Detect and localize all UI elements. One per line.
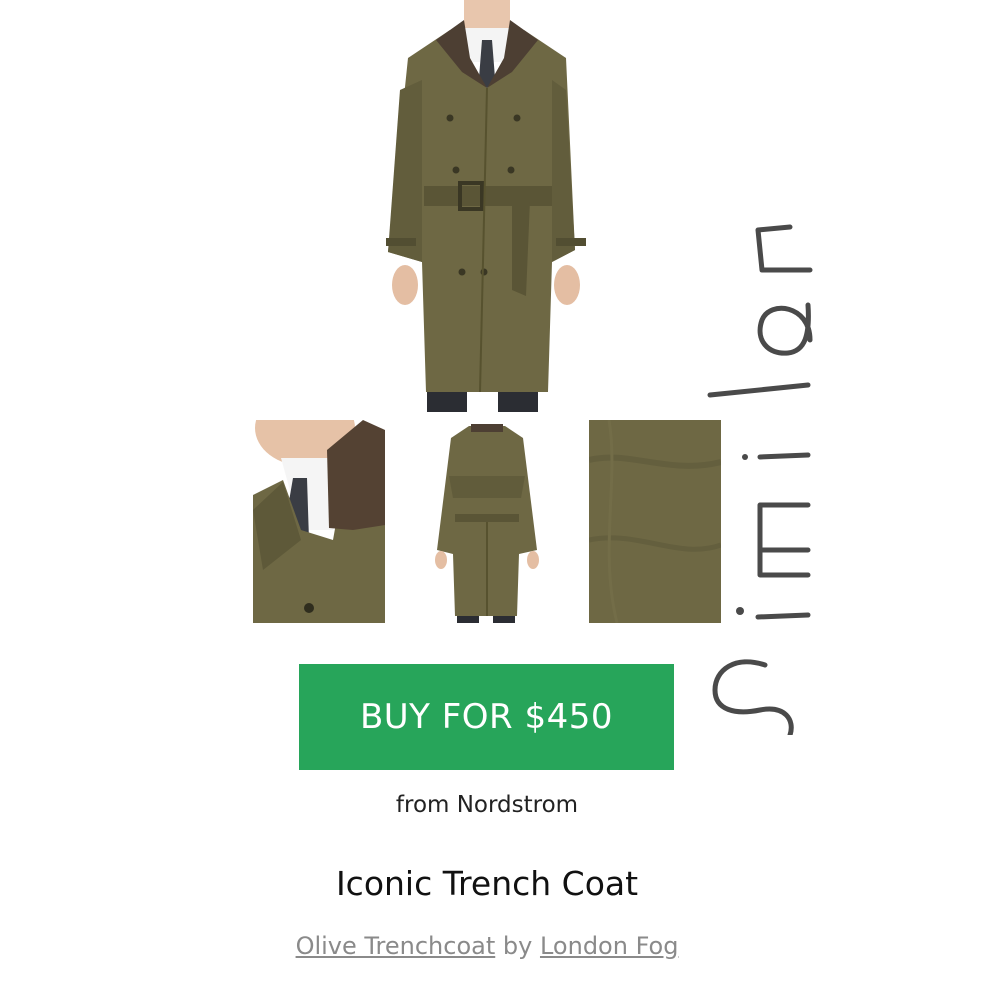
retailer-label: from Nordstrom — [395, 792, 579, 818]
brand-link[interactable]: London Fog — [540, 932, 678, 960]
thumbnail-collar-detail[interactable] — [253, 420, 385, 623]
similar-handwritten-label[interactable] — [690, 215, 825, 735]
product-byline: Olive Trenchcoat by London Fog — [250, 932, 724, 960]
buy-button[interactable]: BUY FOR $450 — [299, 664, 674, 770]
main-product-image[interactable] — [380, 0, 595, 412]
by-text: by — [502, 932, 533, 960]
item-name-link[interactable]: Olive Trenchcoat — [296, 932, 496, 960]
thumbnail-back-view[interactable] — [421, 420, 553, 623]
product-title: Iconic Trench Coat — [335, 864, 639, 903]
